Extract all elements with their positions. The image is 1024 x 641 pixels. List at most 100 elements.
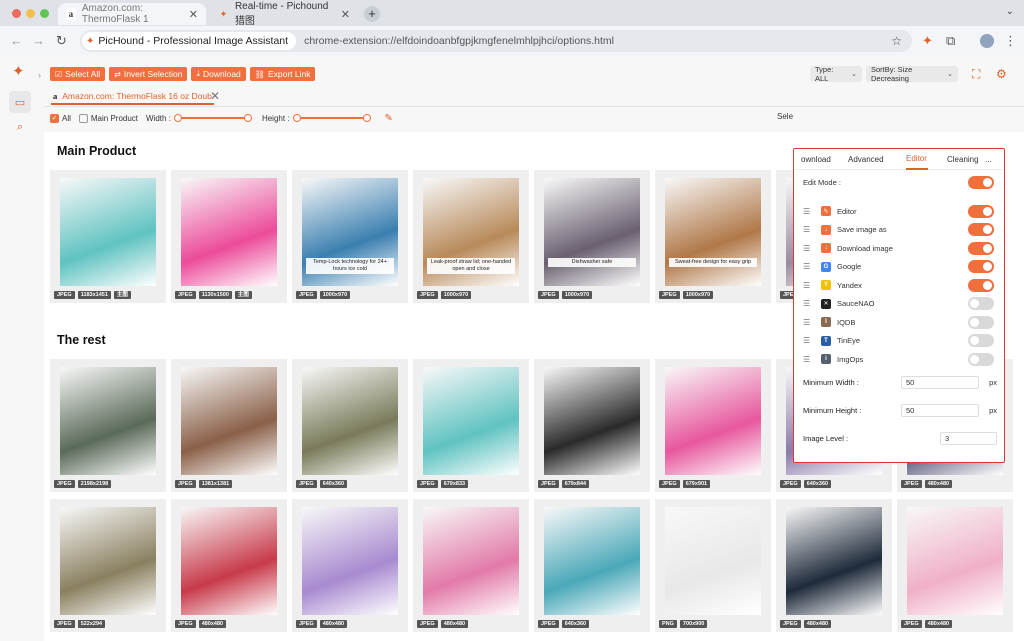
drag-handle-icon[interactable]: ☰ [803,336,817,345]
all-checkbox[interactable]: ✓ All [50,113,71,123]
image-card[interactable]: JPEG 1183x1451 主图 [50,170,166,303]
drag-handle-icon[interactable]: ☰ [803,281,817,290]
image-card[interactable]: JPEG 2198x2198 [50,359,166,492]
more-menu-icon[interactable]: ⋮ [1004,33,1017,49]
close-icon[interactable]: ✕ [189,8,198,21]
slider-min-handle[interactable] [292,114,301,122]
service-toggle[interactable] [968,334,994,347]
tab-download[interactable]: ownload [801,149,848,170]
product-image [907,507,1003,615]
gear-icon[interactable]: ⚙ [996,67,1007,81]
image-card[interactable]: PNG 700x900 [655,499,771,632]
pencil-icon[interactable]: ✎ [385,113,393,124]
slider-max-handle[interactable] [362,114,371,122]
image-card[interactable]: Temp-Lock technology for 24+ hours ice c… [292,170,408,303]
height-slider[interactable] [292,114,371,122]
sort-select[interactable]: SortBy: Size Decreasing ⌄ [866,65,958,83]
image-level-row: Image Level : 3 [803,431,997,445]
image-card[interactable]: JPEG 679x901 [655,359,771,492]
export-link-button[interactable]: ⛓ Export Link [249,67,316,81]
url-text[interactable]: chrome-extension://elfdoindoanbfgpjkmgfe… [304,35,614,47]
tab-search-chevron-icon[interactable]: ⌄ [1006,6,1014,17]
drag-handle-icon[interactable]: ☰ [803,225,817,234]
profile-avatar[interactable] [980,34,994,48]
tab-more[interactable]: ... [985,149,992,170]
service-toggle[interactable] [968,223,994,236]
slider-max-handle[interactable] [243,114,252,122]
browser-tab-amazon[interactable]: a Amazon.com: ThermoFlask 1 ✕ [58,3,206,25]
address-bar[interactable]: ✦ PicHound - Professional Image Assistan… [80,30,912,52]
select-all-button[interactable]: ☑ Select All [50,67,106,81]
image-level-input[interactable]: 3 [940,431,997,445]
site-chip[interactable]: ✦ PicHound - Professional Image Assistan… [82,32,297,50]
editor-icon: ✎ [821,206,831,216]
tab-cleaning[interactable]: Cleaning [947,149,983,170]
back-arrow-icon[interactable]: ← [10,33,23,48]
drag-handle-icon[interactable]: ☰ [803,299,817,308]
main-product-checkbox[interactable]: Main Product [78,113,138,123]
invert-selection-button[interactable]: ⇄ Invert Selection [109,67,188,81]
image-card[interactable]: JPEG 1381x1381 [171,359,287,492]
service-toggle[interactable] [968,297,994,310]
image-card[interactable]: JPEG 480x480 [776,499,892,632]
image-card[interactable]: JPEG 480x480 [171,499,287,632]
browser-tab-pichound[interactable]: ✦ Real-time - Pichound 猎图 ✕ [210,1,358,27]
bookmark-star-icon[interactable]: ☆ [891,34,902,48]
image-card[interactable]: JPEG 480x480 [413,499,529,632]
slider-min-handle[interactable] [173,114,182,122]
chevron-right-icon[interactable]: › [38,70,41,80]
image-card[interactable]: JPEG 640x360 [534,499,650,632]
image-card[interactable]: JPEG 679x833 [413,359,529,492]
image-tags: JPEG 480x480 [417,620,469,628]
service-toggle[interactable] [968,278,994,292]
service-toggle[interactable] [968,315,994,329]
image-tags: JPEG 480x480 [296,620,348,628]
service-toggle[interactable] [968,260,994,273]
image-card[interactable]: JPEG 679x844 [534,359,650,492]
drag-handle-icon[interactable]: ☰ [803,355,817,364]
image-card[interactable]: JPEG 640x360 [292,359,408,492]
image-card[interactable]: JPEG 1130x1500 主图 [171,170,287,303]
image-card[interactable]: Leak-proof straw lid; one-handed open an… [413,170,529,303]
close-icon[interactable]: ✕ [210,89,220,103]
type-select[interactable]: Type: ALL ⌄ [810,65,862,83]
new-tab-button[interactable]: + [364,6,380,22]
min-width-label: Minimum Width : [803,377,859,387]
gallery-icon[interactable]: ▭ [9,91,31,113]
minimize-window-button[interactable] [26,9,35,18]
close-window-button[interactable] [12,9,21,18]
drag-handle-icon[interactable]: ☰ [803,244,817,253]
reload-icon[interactable]: ↻ [56,33,67,49]
service-toggle[interactable] [968,352,994,366]
drag-handle-icon[interactable]: ☰ [803,318,817,327]
min-width-input[interactable]: 50 [901,375,979,389]
width-slider[interactable] [173,114,252,122]
tab-advanced[interactable]: Advanced [848,149,904,170]
edit-mode-row: Edit Mode : [803,175,997,189]
image-card[interactable]: Dishwasher safe JPEG 1000x970 [534,170,650,303]
edit-mode-toggle[interactable] [968,175,994,189]
service-toggle[interactable] [968,204,994,218]
zoom-window-button[interactable] [40,9,49,18]
page-tab-amazon[interactable]: a Amazon.com: ThermoFlask 16 oz Doub [51,89,214,105]
image-card[interactable]: JPEG 522x294 [50,499,166,632]
close-icon[interactable]: ✕ [341,8,350,21]
download-button[interactable]: ⤓ Download [191,67,246,81]
min-height-input[interactable]: 50 [901,403,979,417]
image-size-tag: 480x480 [924,620,953,628]
image-card[interactable]: JPEG 480x480 [292,499,408,632]
puzzle-extensions-icon[interactable]: ⧉ [946,33,955,49]
drag-handle-icon[interactable]: ☰ [803,262,817,271]
service-toggle[interactable] [968,241,994,255]
tab-editor[interactable]: Editor [906,149,928,170]
scan-icon[interactable]: ⛶ [972,67,980,82]
search-icon[interactable]: ⌕ [9,116,31,138]
image-format-tag: JPEG [417,480,438,488]
pichound-extension-icon[interactable]: ✦ [922,33,933,49]
image-card[interactable]: Sweat-free design for easy grip JPEG 1000x… [655,170,771,303]
forward-arrow-icon[interactable]: → [32,33,45,48]
amazon-icon: a [53,91,58,101]
image-card[interactable]: JPEG 480x480 [897,499,1013,632]
drag-handle-icon[interactable]: ☰ [803,207,817,216]
image-format-tag: JPEG [296,620,317,628]
